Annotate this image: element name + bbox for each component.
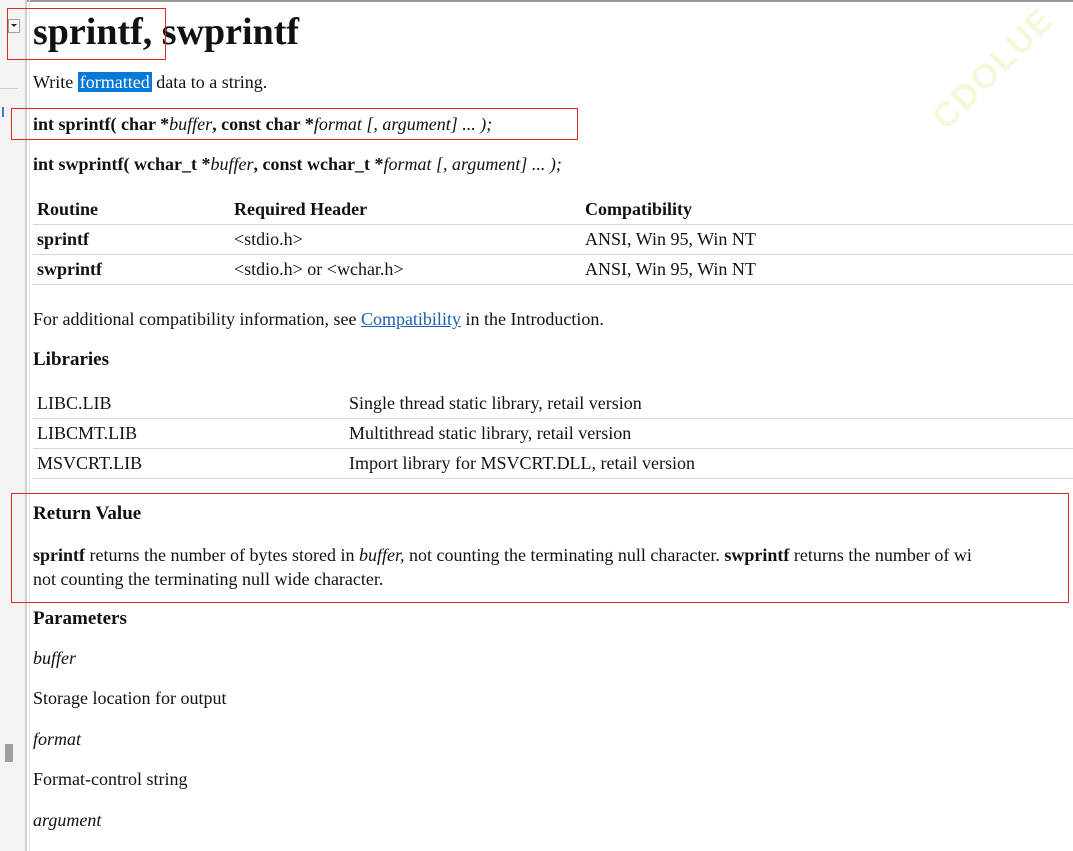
- table-row: LIBCMT.LIB Multithread static library, r…: [33, 418, 1073, 449]
- libraries-table: LIBC.LIB Single thread static library, r…: [33, 389, 1073, 479]
- compatibility: ANSI, Win 95, Win NT: [581, 224, 1073, 255]
- compatibility-link[interactable]: Compatibility: [361, 309, 461, 329]
- scrollbar-thumb[interactable]: [5, 744, 13, 762]
- selected-text-highlight[interactable]: formatted: [77, 72, 152, 92]
- table-row: swprintf <stdio.h> or <wchar.h> ANSI, Wi…: [33, 254, 1073, 285]
- library-name: LIBCMT.LIB: [33, 418, 345, 449]
- required-header: <stdio.h> or <wchar.h>: [230, 254, 581, 285]
- routine-name: sprintf: [33, 224, 230, 255]
- parameters-heading: Parameters: [33, 608, 127, 629]
- watermark-text: CDOLUE: [925, 0, 1062, 137]
- annotation-box-return-value: [11, 493, 1069, 603]
- compat-note-before: For additional compatibility information…: [33, 309, 361, 329]
- libraries-heading: Libraries: [33, 349, 109, 370]
- col-header-routine: Routine: [33, 195, 230, 225]
- compatibility-note: For additional compatibility information…: [33, 309, 604, 330]
- col-header-required-header: Required Header: [230, 195, 581, 225]
- table-row: LIBC.LIB Single thread static library, r…: [33, 389, 1073, 419]
- param-desc-buffer: Storage location for output: [33, 688, 227, 708]
- routines-table: Routine Required Header Compatibility sp…: [33, 195, 1073, 285]
- window-top-border: [0, 0, 1073, 2]
- library-description: Multithread static library, retail versi…: [345, 418, 1073, 449]
- syntax-swprintf: int swprintf( wchar_t *buffer, const wch…: [33, 154, 562, 175]
- gutter-caret-marker: [2, 107, 4, 117]
- library-description: Single thread static library, retail ver…: [345, 389, 1073, 419]
- annotation-box-syntax: [11, 108, 578, 140]
- syntax-optional-open: [,: [431, 154, 453, 174]
- summary-after: data to a string.: [151, 72, 268, 92]
- syntax-param-format: format: [383, 154, 432, 174]
- table-row: MSVCRT.LIB Import library for MSVCRT.DLL…: [33, 448, 1073, 479]
- syntax-param-buffer: buffer: [210, 154, 254, 174]
- param-desc-format: Format-control string: [33, 769, 188, 789]
- table-header-row: Routine Required Header Compatibility: [33, 195, 1073, 225]
- param-name-argument: argument: [33, 810, 102, 830]
- annotation-box-title: [7, 8, 166, 60]
- compat-note-after: in the Introduction.: [460, 309, 604, 329]
- routine-name: swprintf: [33, 254, 230, 285]
- library-description: Import library for MSVCRT.DLL, retail ve…: [345, 448, 1073, 479]
- summary-before: Write: [33, 72, 78, 92]
- library-name: LIBC.LIB: [33, 389, 345, 419]
- syntax-close: ] ... );: [520, 154, 562, 174]
- param-name-buffer: buffer: [33, 648, 76, 668]
- syntax-return-type: int swprintf( wchar_t *: [33, 154, 211, 174]
- library-name: MSVCRT.LIB: [33, 448, 345, 479]
- gutter-tick-mark: [0, 88, 18, 89]
- title-swprintf: swprintf: [161, 11, 300, 53]
- param-name-format: format: [33, 729, 82, 749]
- page-summary: Write formatted data to a string.: [33, 72, 267, 93]
- syntax-separator: , const wchar_t *: [253, 154, 384, 174]
- col-header-compatibility: Compatibility: [581, 195, 1073, 225]
- required-header: <stdio.h>: [230, 224, 581, 255]
- table-row: sprintf <stdio.h> ANSI, Win 95, Win NT: [33, 224, 1073, 255]
- syntax-param-argument: argument: [452, 154, 521, 174]
- compatibility: ANSI, Win 95, Win NT: [581, 254, 1073, 285]
